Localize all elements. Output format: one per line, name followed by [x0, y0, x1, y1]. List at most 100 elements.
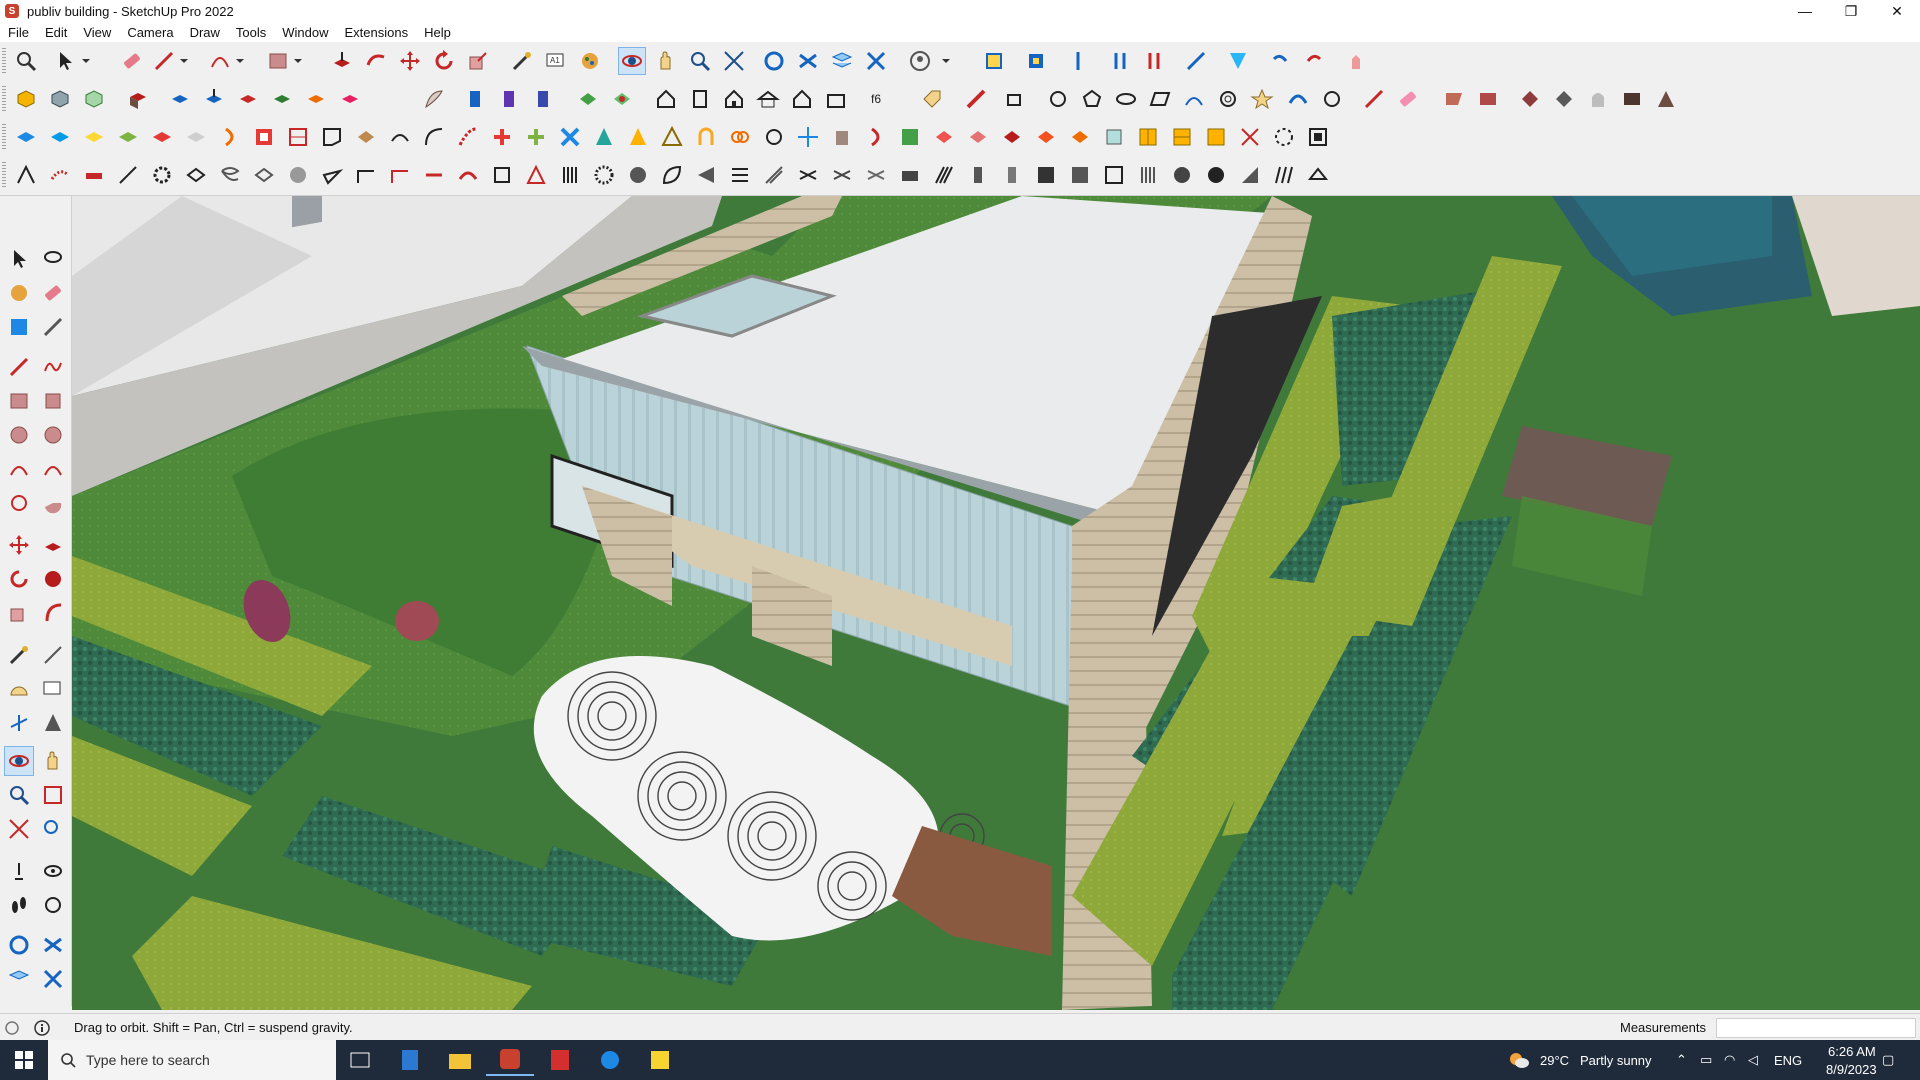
- menu-help[interactable]: Help: [416, 25, 459, 40]
- text-tool-icon[interactable]: [38, 674, 68, 704]
- ribs-icon[interactable]: [1270, 161, 1298, 189]
- orange-grid-2-icon[interactable]: [1168, 123, 1196, 151]
- paint-tool-icon[interactable]: [420, 85, 448, 113]
- component-3-icon[interactable]: [998, 123, 1026, 151]
- roof-icon[interactable]: [754, 85, 782, 113]
- hook-icon[interactable]: [862, 123, 890, 151]
- ball-2-icon[interactable]: [1202, 161, 1230, 189]
- orange-grid-icon[interactable]: [1134, 123, 1162, 151]
- dotted-path-icon[interactable]: [46, 161, 74, 189]
- components-icon[interactable]: [4, 312, 34, 342]
- home-icon[interactable]: [720, 85, 748, 113]
- front-view-icon[interactable]: [200, 85, 228, 113]
- sandbox-scoop-icon[interactable]: [608, 85, 636, 113]
- orange-grid-3-icon[interactable]: [1202, 123, 1230, 151]
- clock-date[interactable]: 8/9/2023: [1826, 1062, 1877, 1077]
- section-plane-icon[interactable]: [980, 47, 1008, 75]
- fence-3-icon[interactable]: [862, 161, 890, 189]
- notifications-icon[interactable]: ▢: [1882, 1052, 1894, 1068]
- calculator-icon[interactable]: [386, 1044, 434, 1076]
- pan-tool-icon[interactable]: [38, 746, 68, 776]
- bucket-icon[interactable]: [828, 123, 856, 151]
- pencil-red-icon[interactable]: [962, 85, 990, 113]
- shape-polygon-icon[interactable]: [1078, 85, 1106, 113]
- material-6-icon[interactable]: [1618, 85, 1646, 113]
- shape-rect-icon[interactable]: [1000, 85, 1028, 113]
- warning-icon[interactable]: [658, 123, 686, 151]
- sketchup-taskbar-icon[interactable]: [486, 1044, 534, 1076]
- 3d-text-icon[interactable]: [38, 708, 68, 738]
- shape-star-icon[interactable]: [1248, 85, 1276, 113]
- chevron-down-icon[interactable]: [938, 47, 954, 75]
- weld-icon[interactable]: [386, 123, 414, 151]
- section-tool-icon[interactable]: [38, 890, 68, 920]
- axes-tool-icon[interactable]: [4, 708, 34, 738]
- qr-icon[interactable]: [1304, 123, 1332, 151]
- cross-red-icon[interactable]: [488, 123, 516, 151]
- drop-icon[interactable]: [624, 123, 652, 151]
- network-icon[interactable]: ▭: [1700, 1052, 1712, 1068]
- chevron-down-icon[interactable]: [232, 47, 248, 75]
- left-view-icon[interactable]: [302, 85, 330, 113]
- dimension-icon[interactable]: [1182, 47, 1210, 75]
- axes-icon[interactable]: [1064, 47, 1092, 75]
- pie-icon[interactable]: [38, 488, 68, 518]
- rotated-rectangle-icon[interactable]: [38, 386, 68, 416]
- material-7-icon[interactable]: [1652, 85, 1680, 113]
- task-view-icon[interactable]: [336, 1044, 384, 1076]
- knife-icon[interactable]: [114, 161, 142, 189]
- menu-window[interactable]: Window: [274, 25, 336, 40]
- shape-outline-icon[interactable]: [182, 161, 210, 189]
- window-tool-icon[interactable]: [1100, 123, 1128, 151]
- sandbox-icon[interactable]: [574, 85, 602, 113]
- layers-icon[interactable]: [828, 47, 856, 75]
- menu-edit[interactable]: Edit: [37, 25, 75, 40]
- shed-icon[interactable]: [822, 85, 850, 113]
- tag-icon[interactable]: [918, 85, 946, 113]
- tank-icon[interactable]: [896, 161, 924, 189]
- arc-2pt-icon[interactable]: [38, 454, 68, 484]
- redo-icon[interactable]: [1300, 47, 1328, 75]
- explode-icon[interactable]: [1236, 123, 1264, 151]
- extension-tool-icon[interactable]: [38, 930, 68, 960]
- hat-icon[interactable]: [1304, 161, 1332, 189]
- previous-view-icon[interactable]: [38, 814, 68, 844]
- zoom-window-icon[interactable]: [720, 47, 748, 75]
- push-pull-tool-icon[interactable]: [38, 530, 68, 560]
- cross-green-icon[interactable]: [522, 123, 550, 151]
- component-5-icon[interactable]: [1066, 123, 1094, 151]
- edge-browser-icon[interactable]: [586, 1044, 634, 1076]
- rectangle-icon[interactable]: [264, 47, 292, 75]
- paint-bucket-icon[interactable]: [576, 47, 604, 75]
- rope-icon[interactable]: [590, 161, 618, 189]
- toolbar-grip[interactable]: [2, 86, 6, 112]
- offset-tool-icon[interactable]: [38, 598, 68, 628]
- line-red-icon[interactable]: [420, 161, 448, 189]
- split-icon[interactable]: [896, 123, 924, 151]
- component-icon[interactable]: [930, 123, 958, 151]
- cage-icon[interactable]: [624, 161, 652, 189]
- geo-location-icon[interactable]: [4, 1020, 20, 1036]
- shape-ellipse-icon[interactable]: [1112, 85, 1140, 113]
- sticky-notes-icon[interactable]: [636, 1044, 684, 1076]
- path-icon[interactable]: [12, 161, 40, 189]
- red-square-icon[interactable]: [250, 123, 278, 151]
- layout-tool-icon[interactable]: [38, 964, 68, 994]
- layers-tool-icon[interactable]: [4, 964, 34, 994]
- select-tool-icon[interactable]: [4, 244, 34, 274]
- mesh-2-icon[interactable]: [1066, 161, 1094, 189]
- start-button[interactable]: [0, 1040, 48, 1080]
- scale-icon[interactable]: [464, 47, 492, 75]
- fence-icon[interactable]: [794, 161, 822, 189]
- flip-icon[interactable]: [1106, 47, 1134, 75]
- stripes-icon[interactable]: [930, 161, 958, 189]
- solid-tools-icon[interactable]: [1224, 47, 1252, 75]
- warehouse-tool-icon[interactable]: [4, 930, 34, 960]
- layer-yellow-icon[interactable]: [80, 123, 108, 151]
- clock-time[interactable]: 6:26 AM: [1828, 1044, 1876, 1059]
- wood-icon[interactable]: [352, 123, 380, 151]
- door-icon[interactable]: [686, 85, 714, 113]
- dimension-tool-icon[interactable]: [38, 640, 68, 670]
- layer-blue-2-icon[interactable]: [46, 123, 74, 151]
- column-2-icon[interactable]: [998, 161, 1026, 189]
